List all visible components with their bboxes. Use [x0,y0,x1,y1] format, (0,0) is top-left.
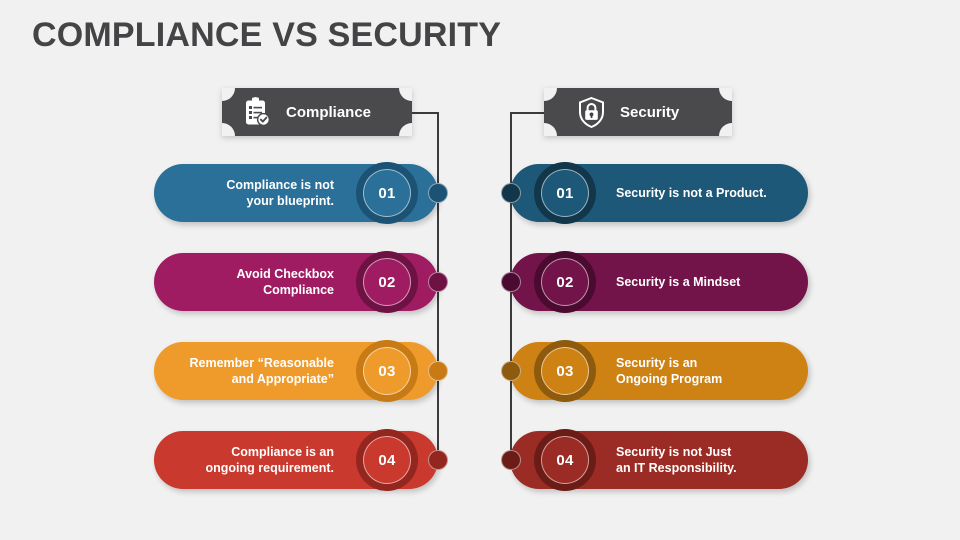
row-number-label: 04 [378,451,396,469]
row-number-label: 01 [556,184,574,202]
list-item[interactable]: Security is not a Product. 01 [496,162,808,224]
slide-canvas: COMPLIANCE VS SECURITY Compliance Securi… [0,0,960,540]
header-badge-label-security: Security [620,103,680,121]
row-dot [428,361,448,381]
row-dot [501,361,521,381]
row-text-line: your blueprint. [246,194,335,208]
header-badge-security[interactable]: Security [544,88,732,136]
row-text-line: Compliance [263,283,334,297]
shield-lock-icon [576,96,606,128]
row-text-line: an IT Responsibility. [616,461,737,475]
row-dot [428,272,448,292]
row-text: Compliance is an ongoing requirement. [206,444,334,477]
row-text-line: Security is not Just [616,444,732,459]
page-title: COMPLIANCE VS SECURITY [32,16,502,54]
badge-notch [544,88,557,101]
row-number-circle: 02 [534,251,596,313]
row-number-circle: 04 [534,429,596,491]
list-item[interactable]: Security is a Mindset 02 [496,251,808,313]
row-text: Security is not a Product. [616,185,767,202]
row-number-circle: 01 [534,162,596,224]
row-number-label: 01 [378,184,396,202]
row-text: Security is not Just an IT Responsibilit… [616,444,737,477]
row-text-line: Ongoing Program [616,372,723,386]
row-number-label: 02 [556,273,574,291]
row-text-line: Compliance is not [226,177,334,192]
row-text-line: Security is not a Product. [616,185,767,200]
list-item[interactable]: Avoid Checkbox Compliance 02 [154,251,454,313]
header-badge-label-compliance: Compliance [286,103,372,121]
connector-right-horizontal [511,112,545,114]
row-number-circle: 04 [356,429,418,491]
row-text-line: and Appropriate” [231,372,334,386]
badge-notch [222,123,235,136]
clipboard-check-icon [242,96,272,128]
badge-notch [719,88,732,101]
row-text: Security is an Ongoing Program [616,355,722,388]
row-dot [428,450,448,470]
list-item[interactable]: Security is not Just an IT Responsibilit… [496,429,808,491]
row-text: Security is a Mindset [616,274,740,291]
row-dot [501,183,521,203]
header-badge-compliance[interactable]: Compliance [222,88,412,136]
badge-notch [399,88,412,101]
badge-notch [719,123,732,136]
row-text: Compliance is not your blueprint. [226,177,334,210]
row-number-circle: 02 [356,251,418,313]
badge-notch [544,123,557,136]
list-item[interactable]: Compliance is an ongoing requirement. 04 [154,429,454,491]
row-text: Remember “Reasonable and Appropriate” [189,355,334,388]
list-item[interactable]: Security is an Ongoing Program 03 [496,340,808,402]
row-dot [428,183,448,203]
row-text-line: Remember “Reasonable [189,355,334,370]
row-text-line: Compliance is an [231,444,334,459]
badge-notch [222,88,235,101]
row-text: Avoid Checkbox Compliance [237,266,334,299]
badge-notch [399,123,412,136]
list-item[interactable]: Remember “Reasonable and Appropriate” 03 [154,340,454,402]
row-dot [501,450,521,470]
connector-left-horizontal [412,112,439,114]
row-number-circle: 03 [356,340,418,402]
row-number-circle: 03 [534,340,596,402]
row-number-label: 03 [556,362,574,380]
row-text-line: Security is an [616,355,698,370]
list-item[interactable]: Compliance is not your blueprint. 01 [154,162,454,224]
row-number-label: 02 [378,273,396,291]
row-text-line: ongoing requirement. [205,461,334,475]
row-dot [501,272,521,292]
row-number-circle: 01 [356,162,418,224]
row-number-label: 03 [378,362,396,380]
row-number-label: 04 [556,451,574,469]
row-text-line: Security is a Mindset [616,274,741,289]
row-text-line: Avoid Checkbox [236,266,334,281]
